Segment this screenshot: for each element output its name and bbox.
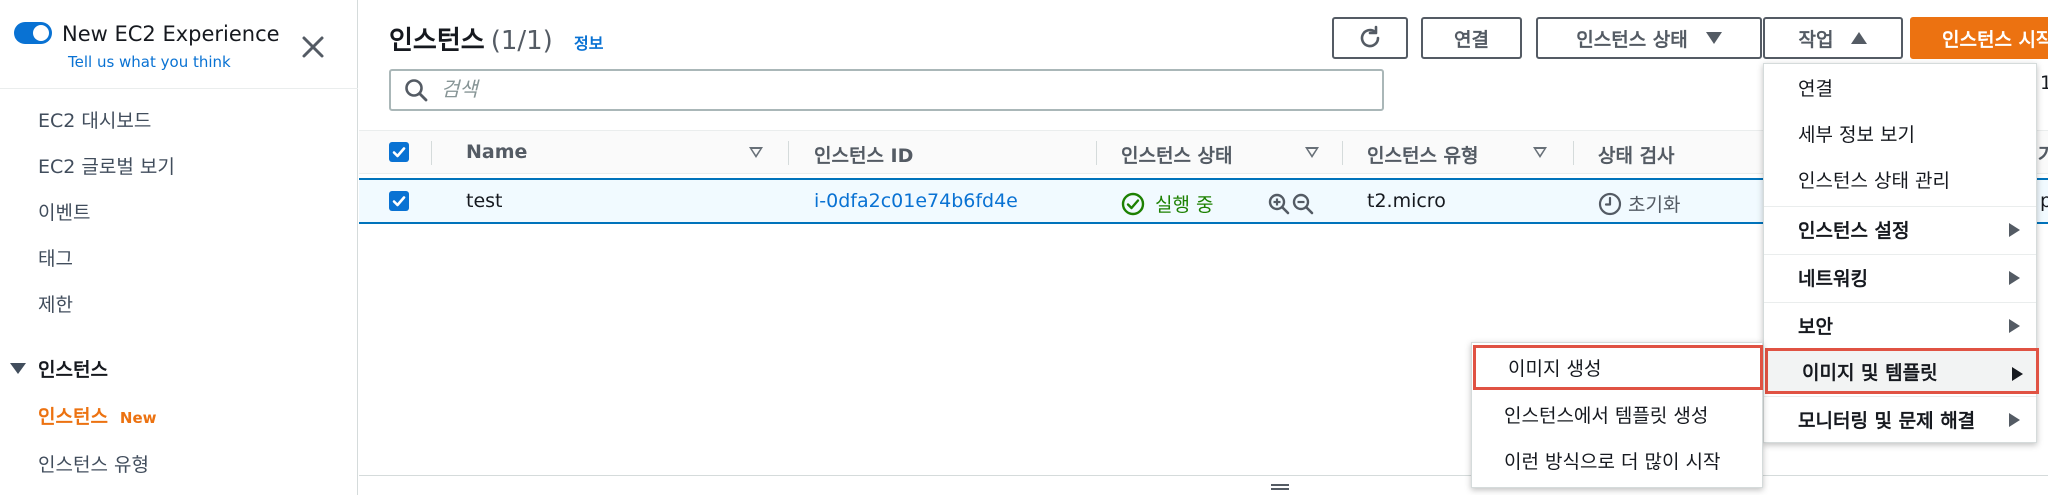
toggle-switch[interactable] bbox=[14, 22, 52, 44]
connect-button[interactable]: 연결 bbox=[1421, 17, 1522, 59]
refresh-icon bbox=[1360, 25, 1380, 48]
split-panel-bar[interactable] bbox=[359, 475, 2048, 495]
menu-item-create-template-from-instance[interactable]: 인스턴스에서 템플릿 생성 bbox=[1472, 391, 1762, 437]
edge-fragment-header: 가 bbox=[2038, 144, 2048, 166]
zoom-out-icon[interactable] bbox=[1291, 192, 1315, 216]
sort-icon[interactable] bbox=[1305, 147, 1319, 158]
menu-item-monitor-and-troubleshoot[interactable]: 모니터링 및 문제 해결 bbox=[1764, 396, 2036, 442]
check-circle-icon bbox=[1121, 192, 1145, 215]
row-checkbox[interactable] bbox=[389, 191, 409, 211]
column-separator[interactable] bbox=[788, 141, 789, 165]
caret-up-icon bbox=[1851, 32, 1868, 44]
menu-item-label: 모니터링 및 문제 해결 bbox=[1798, 410, 1976, 432]
menu-item-networking[interactable]: 네트워킹 bbox=[1764, 254, 2036, 300]
status-check-text: 초기화 bbox=[1628, 194, 1681, 216]
sidebar-section-instances[interactable]: 인스턴스 bbox=[10, 355, 108, 382]
menu-item-manage-instance-state[interactable]: 인스턴스 상태 관리 bbox=[1764, 156, 2036, 202]
menu-item-label: 네트워킹 bbox=[1798, 268, 1868, 290]
new-experience-toggle[interactable] bbox=[14, 22, 52, 44]
column-header-status-check[interactable]: 상태 검사 bbox=[1598, 141, 1675, 168]
chevron-right-icon bbox=[2009, 223, 2020, 237]
sidebar-item-tags[interactable]: 태그 bbox=[38, 244, 73, 271]
menu-item-label: 보안 bbox=[1798, 316, 1833, 338]
page-title-text: 인스턴스 bbox=[389, 26, 485, 56]
caret-down-icon bbox=[1705, 32, 1722, 44]
column-separator[interactable] bbox=[1096, 141, 1097, 165]
drag-handle-icon[interactable] bbox=[1271, 484, 1289, 490]
check-icon bbox=[392, 147, 406, 158]
refresh-button[interactable] bbox=[1332, 17, 1408, 59]
menu-item-image-and-templates[interactable]: 이미지 및 템플릿 bbox=[1765, 348, 2039, 394]
sidebar-item-instances[interactable]: 인스턴스 New bbox=[38, 402, 157, 429]
image-templates-submenu: 이미지 생성 인스턴스에서 템플릿 생성 이런 방식으로 더 많이 시작 bbox=[1471, 342, 1763, 488]
sidebar-item-ec2-dashboard[interactable]: EC2 대시보드 bbox=[38, 106, 151, 133]
page-title: 인스턴스 (1/1) bbox=[389, 20, 553, 57]
chevron-right-icon bbox=[2009, 271, 2020, 285]
cell-status-check: 초기화 bbox=[1598, 190, 1680, 217]
sidebar-section-label: 인스턴스 bbox=[38, 359, 108, 381]
close-icon[interactable] bbox=[298, 32, 328, 62]
state-text: 실행 중 bbox=[1155, 194, 1214, 216]
launch-instance-button[interactable]: 인스턴스 시작 bbox=[1910, 17, 2048, 59]
instance-state-label: 인스턴스 상태 bbox=[1576, 28, 1688, 51]
info-link[interactable]: 정보 bbox=[574, 30, 603, 54]
menu-item-security[interactable]: 보안 bbox=[1764, 302, 2036, 348]
zoom-in-icon[interactable] bbox=[1267, 192, 1291, 216]
check-icon bbox=[392, 196, 406, 207]
sort-icon[interactable] bbox=[749, 147, 763, 158]
column-separator[interactable] bbox=[431, 141, 432, 165]
edge-fragment-top: 1 bbox=[2040, 72, 2048, 94]
select-all-checkbox[interactable] bbox=[389, 142, 409, 162]
search-input[interactable] bbox=[441, 78, 1341, 102]
sidebar-item-events[interactable]: 이벤트 bbox=[38, 198, 90, 225]
actions-button[interactable]: 작업 bbox=[1763, 17, 1903, 59]
new-badge: New bbox=[119, 409, 157, 427]
search-icon bbox=[405, 79, 428, 102]
selection-count: (1/1) bbox=[490, 26, 553, 56]
column-header-name[interactable]: Name bbox=[466, 141, 527, 163]
menu-item-label: 인스턴스 설정 bbox=[1798, 220, 1910, 242]
menu-item-view-details[interactable]: 세부 정보 보기 bbox=[1764, 110, 2036, 156]
chevron-right-icon bbox=[2009, 413, 2020, 427]
sidebar-divider bbox=[0, 88, 358, 89]
feedback-link[interactable]: Tell us what you think bbox=[68, 53, 231, 71]
cell-name: test bbox=[466, 190, 503, 212]
column-separator[interactable] bbox=[1342, 141, 1343, 165]
sidebar-item-instance-types[interactable]: 인스턴스 유형 bbox=[38, 450, 149, 477]
sidebar: New EC2 Experience Tell us what you thin… bbox=[0, 0, 358, 495]
actions-label: 작업 bbox=[1798, 28, 1834, 51]
actions-menu: 연결 세부 정보 보기 인스턴스 상태 관리 인스턴스 설정 네트워킹 보안 이… bbox=[1763, 63, 2039, 443]
column-header-instance-type[interactable]: 인스턴스 유형 bbox=[1367, 141, 1479, 168]
menu-item-label: 이미지 및 템플릿 bbox=[1802, 361, 1938, 384]
column-header-instance-id[interactable]: 인스턴스 ID bbox=[814, 141, 913, 168]
collapse-triangle-icon bbox=[10, 363, 26, 374]
cell-instance-state: 실행 중 bbox=[1121, 190, 1213, 217]
menu-item-launch-more-like-this[interactable]: 이런 방식으로 더 많이 시작 bbox=[1472, 437, 1762, 483]
sort-icon[interactable] bbox=[1533, 147, 1547, 158]
instance-state-button[interactable]: 인스턴스 상태 bbox=[1536, 17, 1762, 59]
chevron-right-icon bbox=[2009, 319, 2020, 333]
search-box[interactable] bbox=[389, 69, 1384, 111]
chevron-right-icon bbox=[2012, 367, 2023, 381]
menu-item-instance-settings[interactable]: 인스턴스 설정 bbox=[1764, 206, 2036, 252]
clock-icon bbox=[1598, 192, 1622, 215]
cell-instance-type: t2.micro bbox=[1367, 190, 1446, 212]
sidebar-item-ec2-global-view[interactable]: EC2 글로벌 보기 bbox=[38, 152, 175, 179]
sidebar-item-limits[interactable]: 제한 bbox=[38, 290, 73, 317]
sidebar-item-label: 인스턴스 bbox=[38, 406, 108, 428]
menu-item-connect[interactable]: 연결 bbox=[1764, 64, 2036, 110]
column-separator[interactable] bbox=[1573, 141, 1574, 165]
new-experience-title: New EC2 Experience bbox=[62, 22, 280, 46]
menu-item-create-image[interactable]: 이미지 생성 bbox=[1473, 345, 1763, 390]
cell-instance-id-link[interactable]: i-0dfa2c01e74b6fd4e bbox=[814, 190, 1018, 212]
edge-fragment-row: p bbox=[2040, 190, 2048, 212]
column-header-instance-state[interactable]: 인스턴스 상태 bbox=[1121, 141, 1233, 168]
